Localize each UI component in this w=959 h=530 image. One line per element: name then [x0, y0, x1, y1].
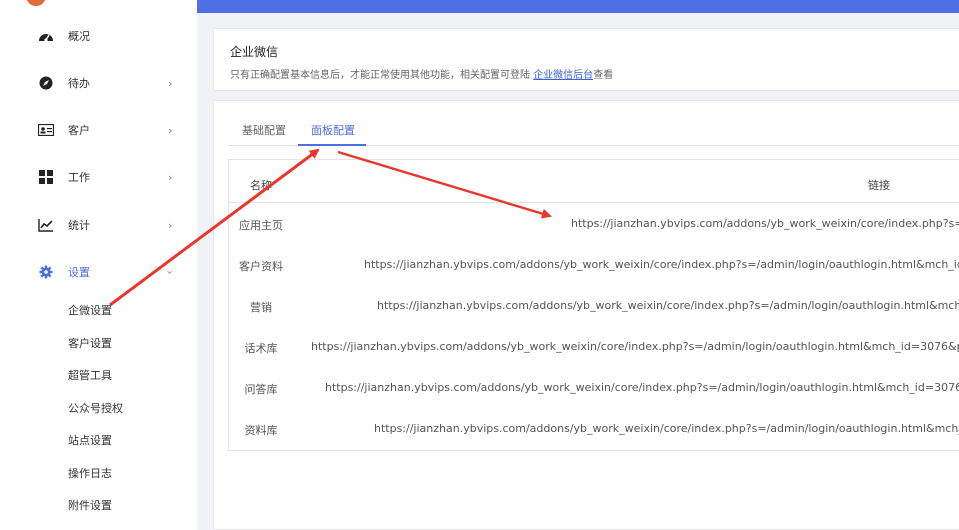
row-name: 话术库: [244, 342, 278, 355]
chevron-right-icon: ›: [168, 76, 173, 90]
row-name: 问答库: [244, 383, 278, 396]
row-link[interactable]: https://jianzhan.ybvips.com/addons/yb_wo…: [377, 299, 959, 312]
grid-icon: [37, 169, 54, 186]
row-name: 资料库: [244, 424, 278, 437]
row-link[interactable]: https://jianzhan.ybvips.com/addons/yb_wo…: [571, 217, 959, 230]
sidebar-item-statistics[interactable]: 统计 ›: [0, 205, 197, 245]
chart-line-icon: [37, 217, 54, 234]
sidebar-item-label: 统计: [68, 219, 90, 232]
compass-icon: [37, 75, 54, 92]
row-name: 客户资料: [239, 260, 283, 273]
chevron-right-icon: ›: [168, 170, 173, 184]
sidebar-item-label: 概况: [68, 30, 90, 43]
column-header-link: 链接: [868, 179, 890, 192]
sidebar-item-label: 客户: [68, 124, 90, 137]
top-header-bar: [196, 0, 959, 13]
info-card: 企业微信 只有正确配置基本信息后，才能正常使用其他功能，相关配置可登陆 企业微信…: [213, 28, 959, 91]
row-link[interactable]: https://jianzhan.ybvips.com/addons/yb_wo…: [325, 381, 959, 394]
sidebar-subitem-wecom-settings[interactable]: 企微设置: [68, 302, 112, 318]
row-link[interactable]: https://jianzhan.ybvips.com/addons/yb_wo…: [374, 422, 959, 435]
sidebar-item-settings[interactable]: 设置 ›: [0, 252, 197, 292]
table-row: 营销 https://jianzhan.ybvips.com/addons/yb…: [229, 286, 959, 327]
sidebar-subitem-official-account-auth[interactable]: 公众号授权: [68, 400, 123, 416]
sidebar-item-label: 设置: [68, 266, 90, 279]
gear-icon: [37, 264, 54, 281]
table-row: 资料库 https://jianzhan.ybvips.com/addons/y…: [229, 409, 959, 450]
sidebar-subitem-operation-log[interactable]: 操作日志: [68, 465, 112, 481]
config-card: 基础配置 面板配置 名称 链接 应用主页 https://jianzhan.yb…: [213, 100, 959, 530]
row-name: 应用主页: [239, 219, 283, 232]
panel-config-table: 名称 链接 应用主页 https://jianzhan.ybvips.com/a…: [228, 159, 959, 451]
table-row: 话术库 https://jianzhan.ybvips.com/addons/y…: [229, 327, 959, 368]
sidebar-subitem-admin-tools[interactable]: 超管工具: [68, 367, 112, 383]
table-header-divider: [229, 202, 959, 203]
tab-panel-config[interactable]: 面板配置: [311, 122, 355, 138]
info-description-suffix: 查看: [593, 70, 614, 81]
tab-basic-config[interactable]: 基础配置: [242, 122, 286, 138]
sidebar: 概况 待办 › 客户 › 工作 › 统计 › 设置 › 企微设置 客户设置 超管…: [0, 0, 197, 530]
row-name: 营销: [250, 301, 272, 314]
id-card-icon: [37, 122, 54, 139]
info-description-text: 只有正确配置基本信息后，才能正常使用其他功能，相关配置可登陆: [230, 70, 534, 81]
sidebar-subitem-attachment-settings[interactable]: 附件设置: [68, 497, 112, 513]
sidebar-subitem-customer-settings[interactable]: 客户设置: [68, 335, 112, 351]
table-row: 问答库 https://jianzhan.ybvips.com/addons/y…: [229, 368, 959, 409]
info-description: 只有正确配置基本信息后，才能正常使用其他功能，相关配置可登陆 企业微信后台查看: [230, 66, 613, 81]
wecom-admin-link[interactable]: 企业微信后台: [533, 70, 593, 81]
row-link[interactable]: https://jianzhan.ybvips.com/addons/yb_wo…: [364, 258, 959, 271]
page-title: 企业微信: [230, 45, 279, 59]
dashboard-icon: [37, 28, 54, 45]
row-link[interactable]: https://jianzhan.ybvips.com/addons/yb_wo…: [311, 340, 959, 353]
sidebar-subitem-site-settings[interactable]: 站点设置: [68, 432, 112, 448]
active-tab-indicator: [298, 144, 366, 146]
sidebar-item-customer[interactable]: 客户 ›: [0, 110, 197, 150]
table-row: 应用主页 https://jianzhan.ybvips.com/addons/…: [229, 204, 959, 245]
chevron-right-icon: ›: [168, 218, 173, 232]
sidebar-item-overview[interactable]: 概况: [0, 16, 197, 56]
sidebar-item-label: 待办: [68, 77, 90, 90]
sidebar-item-work[interactable]: 工作 ›: [0, 157, 197, 197]
sidebar-item-label: 工作: [68, 171, 90, 184]
logo: [26, 0, 46, 6]
chevron-down-icon: ›: [163, 269, 177, 275]
sidebar-item-todo[interactable]: 待办 ›: [0, 63, 197, 103]
column-header-name: 名称: [250, 179, 272, 192]
table-row: 客户资料 https://jianzhan.ybvips.com/addons/…: [229, 245, 959, 286]
chevron-right-icon: ›: [168, 123, 173, 137]
